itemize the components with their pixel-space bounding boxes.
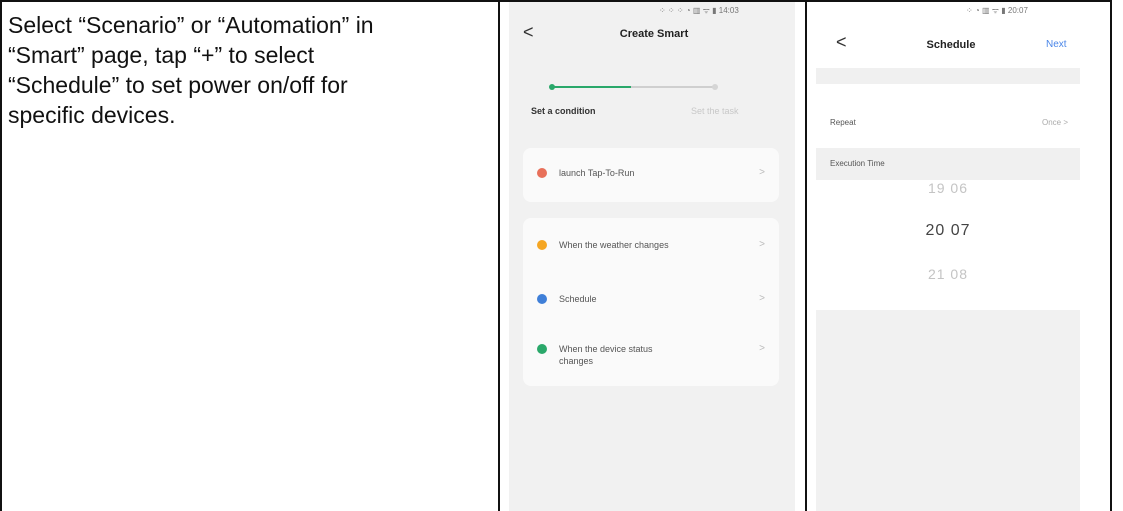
instruction-line: “Smart” page, tap “+” to select xyxy=(8,42,315,68)
hand-icon xyxy=(537,168,547,178)
list-item-label: launch Tap-To-Run xyxy=(559,168,635,178)
stepper-dot-inactive xyxy=(712,84,718,90)
step-label-active: Set a condition xyxy=(531,106,596,116)
section-spacer xyxy=(816,68,1080,84)
chevron-right-icon: > xyxy=(759,343,765,354)
instruction-line: “Schedule” to set power on/off for xyxy=(8,72,348,98)
clock-icon xyxy=(537,294,547,304)
repeat-label: Repeat xyxy=(830,118,856,127)
page-title: Schedule xyxy=(926,39,976,51)
list-item-schedule[interactable]: Schedule > xyxy=(523,284,779,318)
device-icon xyxy=(537,344,547,354)
back-button[interactable]: < xyxy=(836,32,847,53)
card-tap-to-run: launch Tap-To-Run > xyxy=(523,148,779,202)
empty-area xyxy=(816,310,1080,511)
list-item-weather[interactable]: When the weather changes > xyxy=(523,230,779,264)
sun-icon xyxy=(537,240,547,250)
list-item-label: Schedule xyxy=(559,294,597,304)
step-label-inactive: Set the task xyxy=(691,106,739,116)
instruction-line: Select “Scenario” or “Automation” in xyxy=(8,12,374,38)
stepper-progress-active xyxy=(551,86,631,88)
back-button[interactable]: < xyxy=(523,22,534,43)
execution-time-label: Execution Time xyxy=(830,159,885,168)
chevron-right-icon: > xyxy=(759,239,765,250)
time-option-selected[interactable]: 20 07 xyxy=(816,222,1080,240)
chevron-right-icon: > xyxy=(759,293,765,304)
next-button[interactable]: Next xyxy=(1046,39,1067,50)
list-item-tap-to-run[interactable]: launch Tap-To-Run > xyxy=(523,158,779,192)
time-option[interactable]: 19 06 xyxy=(816,180,1080,196)
instruction-table: Select “Scenario” or “Automation” in “Sm… xyxy=(0,0,1112,511)
time-option[interactable]: 21 08 xyxy=(816,266,1080,282)
stepper-progress-inactive xyxy=(631,86,715,88)
repeat-value[interactable]: Once > xyxy=(1042,118,1068,127)
stepper-dot-active xyxy=(549,84,555,90)
screenshot-create-smart: ⁘ ⁘ ⁘ ◔ ▥ ᯤ ▮ 14:03 < Create Smart Set a… xyxy=(509,2,795,511)
status-bar: ⁘ ◔ ▥ ᯤ ▮ 20:07 xyxy=(966,6,1028,15)
card-conditions: When the weather changes > Schedule > Wh… xyxy=(523,218,779,386)
instruction-text: Select “Scenario” or “Automation” in “Sm… xyxy=(8,10,498,130)
list-item-device-status[interactable]: When the device status changes > xyxy=(523,334,779,368)
table-divider-2 xyxy=(805,0,807,511)
list-item-label: When the weather changes xyxy=(559,240,669,250)
status-bar: ⁘ ⁘ ⁘ ◔ ▥ ᯤ ▮ 14:03 xyxy=(659,6,739,15)
screenshot-schedule: ⁘ ◔ ▥ ᯤ ▮ 20:07 < Schedule Next Repeat O… xyxy=(816,2,1080,511)
list-item-label: When the device status changes xyxy=(559,344,653,366)
table-right-border xyxy=(1110,0,1112,511)
execution-time-header: Execution Time xyxy=(816,148,1080,180)
page-title: Create Smart xyxy=(619,28,689,40)
table-divider-1 xyxy=(498,0,500,511)
table-left-border xyxy=(0,0,2,511)
chevron-right-icon: > xyxy=(759,167,765,178)
instruction-line: specific devices. xyxy=(8,102,176,128)
